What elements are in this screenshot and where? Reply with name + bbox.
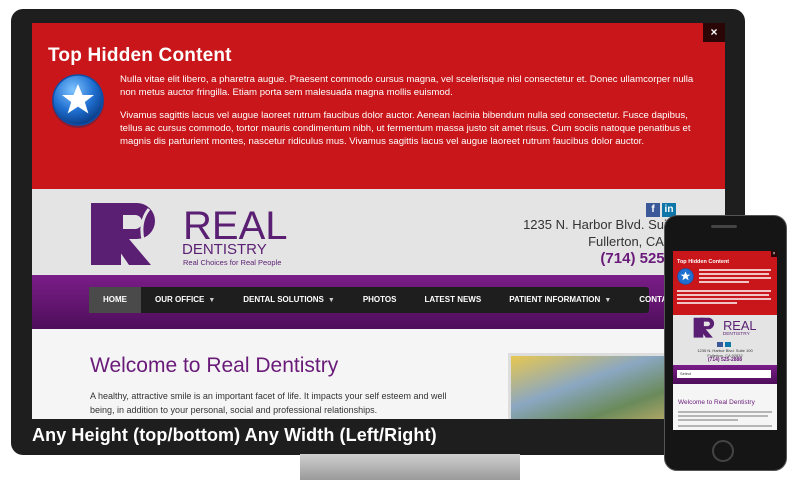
logo-word-dentistry: DENTISTRY (182, 241, 267, 258)
mobile-close-button[interactable]: × (771, 251, 777, 257)
phone-home-button (712, 440, 734, 462)
main-nav: HOME OUR OFFICE ▼ DENTAL SOLUTIONS ▼ PHOTO… (89, 287, 691, 313)
real-dentistry-logo[interactable]: REAL DENTISTRY Real Choices for Real Peo… (89, 201, 289, 269)
mobile-text-line (699, 281, 749, 283)
star-icon (677, 268, 694, 285)
svg-text:REAL: REAL (723, 318, 756, 333)
mobile-main-content: Welcome to Real Dentistry (673, 384, 777, 430)
mobile-text-line (678, 415, 768, 417)
mobile-text-line (677, 294, 769, 296)
mobile-panel-title: Top Hidden Content (677, 259, 730, 265)
mobile-text-line (678, 411, 772, 413)
mobile-text-line (699, 277, 771, 279)
panel-paragraph: Vivamus sagittis lacus vel augue laoreet… (120, 109, 691, 148)
panel-paragraph: Nulla vitae elit libero, a pharetra augu… (120, 74, 694, 99)
mobile-text-line (699, 269, 771, 271)
star-icon (52, 74, 104, 128)
nav-item-our-office[interactable]: OUR OFFICE ▼ (141, 287, 229, 313)
mobile-text-line (677, 298, 771, 300)
mobile-text-line (678, 425, 772, 427)
office-photo (508, 353, 674, 419)
svg-text:DENTISTRY: DENTISTRY (723, 331, 751, 337)
nav-band: HOME OUR OFFICE ▼ DENTAL SOLUTIONS ▼ PHOTO… (32, 275, 725, 329)
nav-item-latest-news[interactable]: LATEST NEWS (410, 287, 495, 313)
main-content: Welcome to Real Dentistry A healthy, att… (32, 329, 725, 419)
mobile-text-line (678, 419, 738, 421)
desktop-screen: Top Hidden Content × Nulla vitae elit li… (32, 23, 725, 419)
site-header: REAL DENTISTRY Real Choices for Real Peo… (32, 189, 725, 275)
close-button[interactable]: × (703, 23, 725, 42)
phone-speaker (711, 225, 737, 228)
mobile-phone-number[interactable]: (714) 525-2888 (673, 358, 777, 363)
mobile-logo[interactable]: REAL DENTISTRY (693, 317, 757, 339)
caret-down-icon: ▼ (327, 297, 335, 304)
mobile-text-line (677, 290, 771, 292)
caption: Any Height (top/bottom) Any Width (Left/… (32, 425, 437, 445)
mobile-text-line (677, 302, 737, 304)
caret-down-icon: ▼ (208, 297, 216, 304)
facebook-icon[interactable]: f (646, 203, 660, 217)
panel-text: Nulla vitae elit libero, a pharetra augu… (120, 73, 710, 157)
monitor-stand (300, 454, 520, 480)
top-hidden-content-panel: Top Hidden Content × Nulla vitae elit li… (32, 23, 725, 189)
mobile-contact-block: 1235 N. Harbor Blvd. Suite 100 Fullerton… (673, 348, 777, 363)
nav-item-photos[interactable]: PHOTOS (349, 287, 411, 313)
nav-item-home[interactable]: HOME (89, 287, 141, 313)
mobile-hidden-content-panel: Top Hidden Content × (673, 251, 777, 315)
mobile-site-header: REAL DENTISTRY 1235 N. Harbor Blvd. Suit… (673, 315, 777, 365)
mobile-screen: Top Hidden Content × REAL DENTISTRY 1235… (673, 251, 777, 430)
nav-item-patient-information[interactable]: PATIENT INFORMATION ▼ (495, 287, 625, 313)
mobile-nav-select[interactable]: Select (677, 370, 771, 378)
page-title: Welcome to Real Dentistry (90, 354, 339, 377)
mobile-text-line (699, 273, 769, 275)
logo-tagline: Real Choices for Real People (183, 258, 281, 267)
mobile-page-title: Welcome to Real Dentistry (678, 399, 755, 406)
caret-down-icon: ▼ (604, 297, 612, 304)
mobile-nav-band: Select (673, 365, 777, 384)
intro-text: A healthy, attractive smile is an import… (90, 391, 447, 415)
social-links: f in (644, 199, 676, 217)
panel-title: Top Hidden Content (48, 45, 232, 66)
mobile-social-icons (717, 342, 731, 347)
nav-item-dental-solutions[interactable]: DENTAL SOLUTIONS ▼ (229, 287, 349, 313)
